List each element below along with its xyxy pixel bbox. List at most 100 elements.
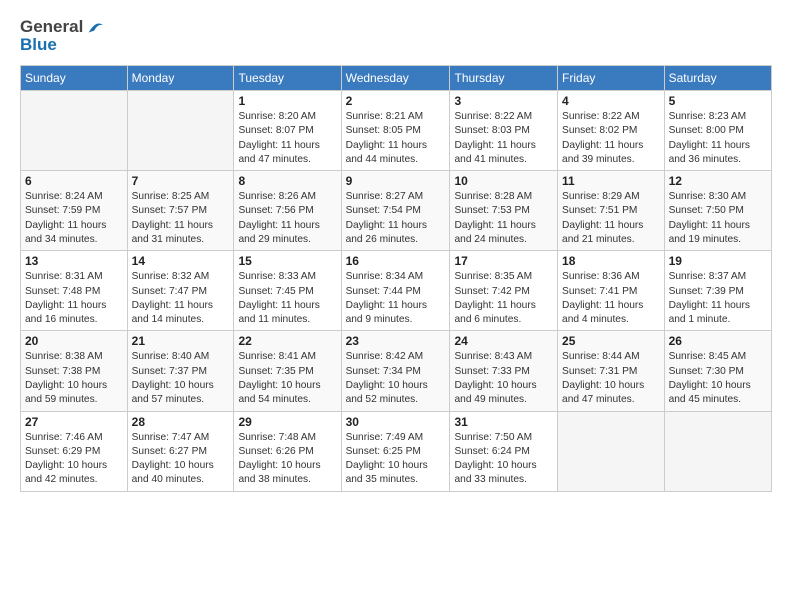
daylight-text: Daylight: 10 hours and 35 minutes. [346,460,428,485]
sunset-text: Sunset: 6:26 PM [238,446,313,457]
calendar-cell: 16Sunrise: 8:34 AMSunset: 7:44 PMDayligh… [341,251,450,331]
sunrise-text: Sunrise: 8:22 AM [454,111,532,122]
sunset-text: Sunset: 6:27 PM [132,446,207,457]
weekday-header-tuesday: Tuesday [234,66,341,91]
day-number: 14 [132,254,230,268]
day-number: 17 [454,254,553,268]
day-number: 7 [132,174,230,188]
calendar-cell: 24Sunrise: 8:43 AMSunset: 7:33 PMDayligh… [450,331,558,411]
day-info: Sunrise: 7:49 AMSunset: 6:25 PMDaylight:… [346,431,446,488]
daylight-text: Daylight: 10 hours and 45 minutes. [669,380,751,405]
day-number: 22 [238,334,336,348]
calendar-cell: 1 Sunrise: 8:20 AMSunset: 8:07 PMDaylight… [234,91,341,171]
calendar-cell: 14 Sunrise: 8:32 AMSunset: 7:47 PMDayligh… [127,251,234,331]
sunset-text: Sunset: 7:53 PM [454,205,529,216]
daylight-text: Daylight: 11 hours and 19 minutes. [669,220,750,245]
daylight-text: Daylight: 10 hours and 59 minutes. [25,380,107,405]
day-number: 11 [562,174,660,188]
sunset-text: Sunset: 7:37 PM [132,366,207,377]
day-info: Sunrise: 8:20 AMSunset: 8:07 PMDaylight:… [238,110,336,167]
sunset-text: Sunset: 8:07 PM [238,125,313,136]
sunrise-text: Sunrise: 8:45 AM [669,351,747,362]
day-info: Sunrise: 8:31 AMSunset: 7:48 PMDaylight:… [25,270,123,327]
sunset-text: Sunset: 7:54 PM [346,205,421,216]
calendar-cell: 29Sunrise: 7:48 AMSunset: 6:26 PMDayligh… [234,411,341,491]
calendar-cell: 18Sunrise: 8:36 AMSunset: 7:41 PMDayligh… [558,251,665,331]
day-number: 27 [25,415,123,429]
day-info: Sunrise: 8:25 AMSunset: 7:57 PMDaylight:… [132,190,230,247]
calendar-week-row: 1 Sunrise: 8:20 AMSunset: 8:07 PMDaylight… [21,91,772,171]
day-number: 12 [669,174,767,188]
sunset-text: Sunset: 7:33 PM [454,366,529,377]
calendar-cell: 23Sunrise: 8:42 AMSunset: 7:34 PMDayligh… [341,331,450,411]
sunrise-text: Sunrise: 8:31 AM [25,271,103,282]
day-number: 9 [346,174,446,188]
daylight-text: Daylight: 11 hours and 16 minutes. [25,300,106,325]
day-info: Sunrise: 8:27 AMSunset: 7:54 PMDaylight:… [346,190,446,247]
calendar-cell: 10Sunrise: 8:28 AMSunset: 7:53 PMDayligh… [450,171,558,251]
weekday-header-thursday: Thursday [450,66,558,91]
day-info: Sunrise: 8:22 AMSunset: 8:03 PMDaylight:… [454,110,553,167]
logo-blue-text: Blue [20,35,107,55]
sunset-text: Sunset: 7:44 PM [346,286,421,297]
day-number: 6 [25,174,123,188]
sunrise-text: Sunrise: 8:22 AM [562,111,640,122]
sunset-text: Sunset: 7:38 PM [25,366,100,377]
weekday-header-friday: Friday [558,66,665,91]
sunrise-text: Sunrise: 7:48 AM [238,432,316,443]
weekday-header-row: SundayMondayTuesdayWednesdayThursdayFrid… [21,66,772,91]
day-number: 5 [669,94,767,108]
calendar-cell [21,91,128,171]
day-info: Sunrise: 8:34 AMSunset: 7:44 PMDaylight:… [346,270,446,327]
day-number: 1 [238,94,336,108]
sunrise-text: Sunrise: 8:32 AM [132,271,210,282]
day-info: Sunrise: 8:28 AMSunset: 7:53 PMDaylight:… [454,190,553,247]
sunset-text: Sunset: 6:25 PM [346,446,421,457]
daylight-text: Daylight: 11 hours and 47 minutes. [238,140,319,165]
calendar-cell: 20 Sunrise: 8:38 AM Sunset: 7:38 PM Dayligh… [21,331,128,411]
day-number: 20 [25,334,123,348]
sunset-text: Sunset: 7:41 PM [562,286,637,297]
daylight-text: Daylight: 10 hours and 42 minutes. [25,460,107,485]
page: General Blue SundayMondayTuesdayWednesda… [0,0,792,612]
day-number: 19 [669,254,767,268]
calendar-cell: 26Sunrise: 8:45 AMSunset: 7:30 PMDayligh… [664,331,771,411]
sunrise-text: Sunrise: 8:36 AM [562,271,640,282]
day-number: 24 [454,334,553,348]
sunrise-text: Sunrise: 8:29 AM [562,191,640,202]
sunrise-text: Sunrise: 8:38 AM [25,351,103,362]
day-info: Sunrise: 8:23 AMSunset: 8:00 PMDaylight:… [669,110,767,167]
day-number: 2 [346,94,446,108]
sunrise-text: Sunrise: 8:24 AM [25,191,103,202]
day-info: Sunrise: 8:40 AMSunset: 7:37 PMDaylight:… [132,350,230,407]
logo-general-text: General [20,17,83,37]
sunrise-text: Sunrise: 8:43 AM [454,351,532,362]
daylight-text: Daylight: 10 hours and 52 minutes. [346,380,428,405]
calendar-cell: 31Sunrise: 7:50 AMSunset: 6:24 PMDayligh… [450,411,558,491]
sunset-text: Sunset: 7:45 PM [238,286,313,297]
calendar-cell: 21Sunrise: 8:40 AMSunset: 7:37 PMDayligh… [127,331,234,411]
daylight-text: Daylight: 11 hours and 21 minutes. [562,220,643,245]
sunrise-text: Sunrise: 8:33 AM [238,271,316,282]
weekday-header-monday: Monday [127,66,234,91]
sunset-text: Sunset: 7:50 PM [669,205,744,216]
sunrise-text: Sunrise: 8:37 AM [669,271,747,282]
day-info: Sunrise: 8:35 AMSunset: 7:42 PMDaylight:… [454,270,553,327]
day-info: Sunrise: 8:32 AMSunset: 7:47 PMDaylight:… [132,270,230,327]
daylight-text: Daylight: 11 hours and 29 minutes. [238,220,319,245]
day-info: Sunrise: 8:29 AMSunset: 7:51 PMDaylight:… [562,190,660,247]
daylight-text: Daylight: 11 hours and 1 minute. [669,300,750,325]
day-info: Sunrise: 8:37 AMSunset: 7:39 PMDaylight:… [669,270,767,327]
sunset-text: Sunset: 8:05 PM [346,125,421,136]
sunrise-text: Sunrise: 8:27 AM [346,191,424,202]
day-number: 30 [346,415,446,429]
calendar-cell: 22Sunrise: 8:41 AMSunset: 7:35 PMDayligh… [234,331,341,411]
day-number: 29 [238,415,336,429]
sunrise-text: Sunrise: 8:25 AM [132,191,210,202]
day-number: 31 [454,415,553,429]
calendar-cell: 27 Sunrise: 7:46 AMSunset: 6:29 PMDayligh… [21,411,128,491]
calendar-cell: 19 Sunrise: 8:37 AMSunset: 7:39 PMDayligh… [664,251,771,331]
day-info: Sunrise: 8:36 AMSunset: 7:41 PMDaylight:… [562,270,660,327]
sunrise-text: Sunrise: 8:41 AM [238,351,316,362]
day-info: Sunrise: 7:46 AMSunset: 6:29 PMDaylight:… [25,431,123,488]
